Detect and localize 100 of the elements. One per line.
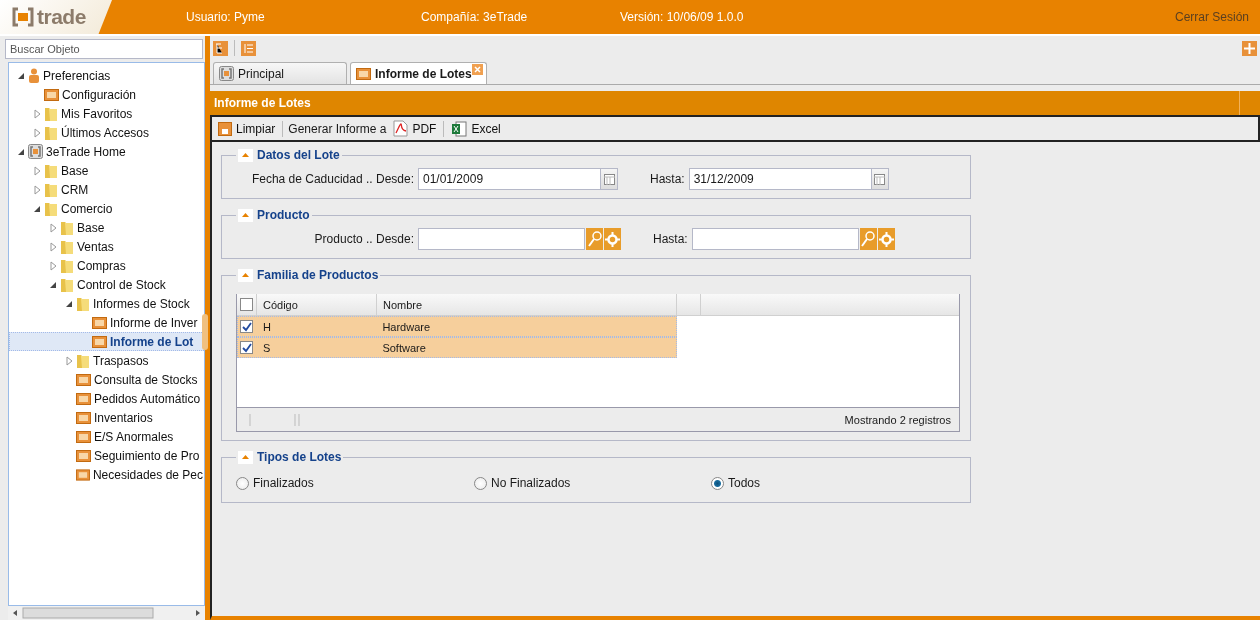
user-label: Usuario: Pyme: [186, 10, 266, 24]
tree-item[interactable]: Consulta de Stocks: [9, 370, 204, 389]
report-icon: [356, 67, 371, 80]
tree-item[interactable]: Seguimiento de Pro: [9, 446, 204, 465]
table-cell-text: Software: [381, 340, 427, 356]
section-title: Familia de Productos: [257, 268, 379, 282]
folder-icon: [44, 124, 58, 141]
section-title: Tipos de Lotes: [257, 450, 342, 464]
calendar-icon[interactable]: [870, 169, 888, 189]
pdf-button[interactable]: PDF: [391, 120, 439, 137]
tree-item[interactable]: Ventas: [9, 237, 204, 256]
column-header[interactable]: Nombre: [377, 294, 677, 315]
expand-triangle-icon[interactable]: [48, 222, 58, 233]
tree-item[interactable]: CRM: [9, 180, 204, 199]
logout-link[interactable]: Cerrar Sesión: [1174, 10, 1249, 24]
grid-row[interactable]: S Software: [237, 337, 677, 358]
folder-icon: [76, 295, 90, 312]
radio-option[interactable]: Todos: [711, 476, 960, 490]
tree-item[interactable]: Base: [9, 218, 204, 237]
select-all-checkbox[interactable]: [240, 298, 253, 311]
tree-item[interactable]: Informe de Inver: [9, 313, 204, 332]
search-icon[interactable]: [859, 228, 877, 250]
excel-button[interactable]: Excel: [449, 120, 503, 137]
report-icon: [76, 430, 91, 443]
folder-icon: [44, 105, 58, 122]
toolbar-label: Generar Informe a: [288, 121, 387, 136]
search-icon[interactable]: [586, 228, 603, 250]
tree-item[interactable]: Necesidades de Pec: [9, 465, 204, 484]
tree-item[interactable]: Inventarios: [9, 408, 204, 427]
radio-button[interactable]: [474, 476, 487, 490]
tree-item[interactable]: Pedidos Automático: [9, 389, 204, 408]
expand-triangle-icon[interactable]: [48, 260, 58, 271]
expand-triangle-icon[interactable]: [64, 355, 74, 366]
clear-button[interactable]: Limpiar: [216, 121, 278, 136]
expand-triangle-icon[interactable]: [32, 165, 42, 176]
input-field[interactable]: [418, 228, 585, 250]
report-icon: [76, 411, 91, 424]
gear-icon[interactable]: [877, 228, 895, 250]
tab[interactable]: Principal: [213, 62, 347, 84]
folder-icon: [60, 238, 74, 255]
field-label: Fecha de Caducidad .. Desde:: [250, 172, 415, 186]
folder-icon: [60, 219, 74, 236]
close-icon[interactable]: [472, 64, 483, 75]
tree-item[interactable]: Preferencias: [9, 66, 204, 85]
expand-triangle-icon[interactable]: [32, 127, 42, 138]
report-icon: [76, 449, 91, 462]
tab[interactable]: Informe de Lotes: [350, 62, 487, 84]
report-icon: [76, 392, 91, 405]
search-field[interactable]: Buscar Objeto: [5, 39, 203, 59]
date-field[interactable]: 01/01/2009: [418, 168, 618, 190]
tree-item[interactable]: Mis Favoritos: [9, 104, 204, 123]
input-field[interactable]: [691, 228, 859, 250]
collapse-handle[interactable]: [202, 314, 208, 350]
report-icon: [44, 88, 59, 101]
tree-item[interactable]: Base: [9, 161, 204, 180]
folder-icon: [60, 257, 74, 274]
expand-triangle-icon[interactable]: [32, 108, 42, 119]
tree-item[interactable]: Configuración: [9, 85, 204, 104]
spreadsheet-icon: [451, 120, 468, 137]
table-cell-text: H: [261, 319, 272, 335]
tree-item[interactable]: Informes de Stock: [9, 294, 204, 313]
tree-item[interactable]: Últimos Accesos: [9, 123, 204, 142]
radio-button[interactable]: [236, 476, 249, 490]
bracket-logo-icon: [28, 144, 43, 159]
date-field[interactable]: 31/12/2009: [688, 168, 889, 190]
folder-icon: [76, 352, 90, 369]
table-cell-text: S: [261, 340, 272, 356]
logo: trade: [0, 0, 112, 34]
row-checkbox[interactable]: [240, 341, 253, 354]
expand-triangle-icon[interactable]: [32, 184, 42, 195]
gear-icon[interactable]: [604, 228, 621, 250]
tree-item[interactable]: Comercio: [9, 199, 204, 218]
report-icon: [76, 468, 90, 481]
tree-item[interactable]: Control de Stock: [9, 275, 204, 294]
row-checkbox[interactable]: [240, 320, 253, 333]
section-title: Producto: [257, 208, 310, 222]
grid-row[interactable]: H Hardware: [237, 316, 677, 337]
tree-item[interactable]: E/S Anormales: [9, 427, 204, 446]
plus-icon[interactable]: [1242, 40, 1257, 56]
tree-item[interactable]: Informe de Lot: [9, 332, 204, 351]
tree-item[interactable]: 3eTrade Home: [9, 142, 204, 161]
field-label: Hasta:: [653, 232, 689, 246]
person-icon: [28, 68, 40, 83]
column-header[interactable]: Código: [257, 294, 377, 315]
section-title: Datos del Lote: [257, 148, 340, 162]
report-icon: [92, 316, 107, 329]
bracket-logo-icon: [219, 66, 234, 81]
panel-title: Informe de Lotes: [210, 91, 1260, 115]
tree-item[interactable]: Traspasos: [9, 351, 204, 370]
calendar-icon[interactable]: [600, 169, 617, 189]
tree-item[interactable]: Compras: [9, 256, 204, 275]
company-label: Compañía: 3eTrade: [421, 10, 529, 24]
table-cell-text: Hardware: [381, 319, 432, 335]
expand-triangle-icon[interactable]: [48, 241, 58, 252]
list-icon[interactable]: [241, 40, 256, 56]
save-icon: [218, 121, 232, 136]
radio-button[interactable]: [711, 476, 724, 490]
radio-option[interactable]: Finalizados: [236, 476, 474, 490]
record-count: Mostrando 2 registros: [844, 413, 951, 426]
radio-option[interactable]: No Finalizados: [474, 476, 711, 490]
